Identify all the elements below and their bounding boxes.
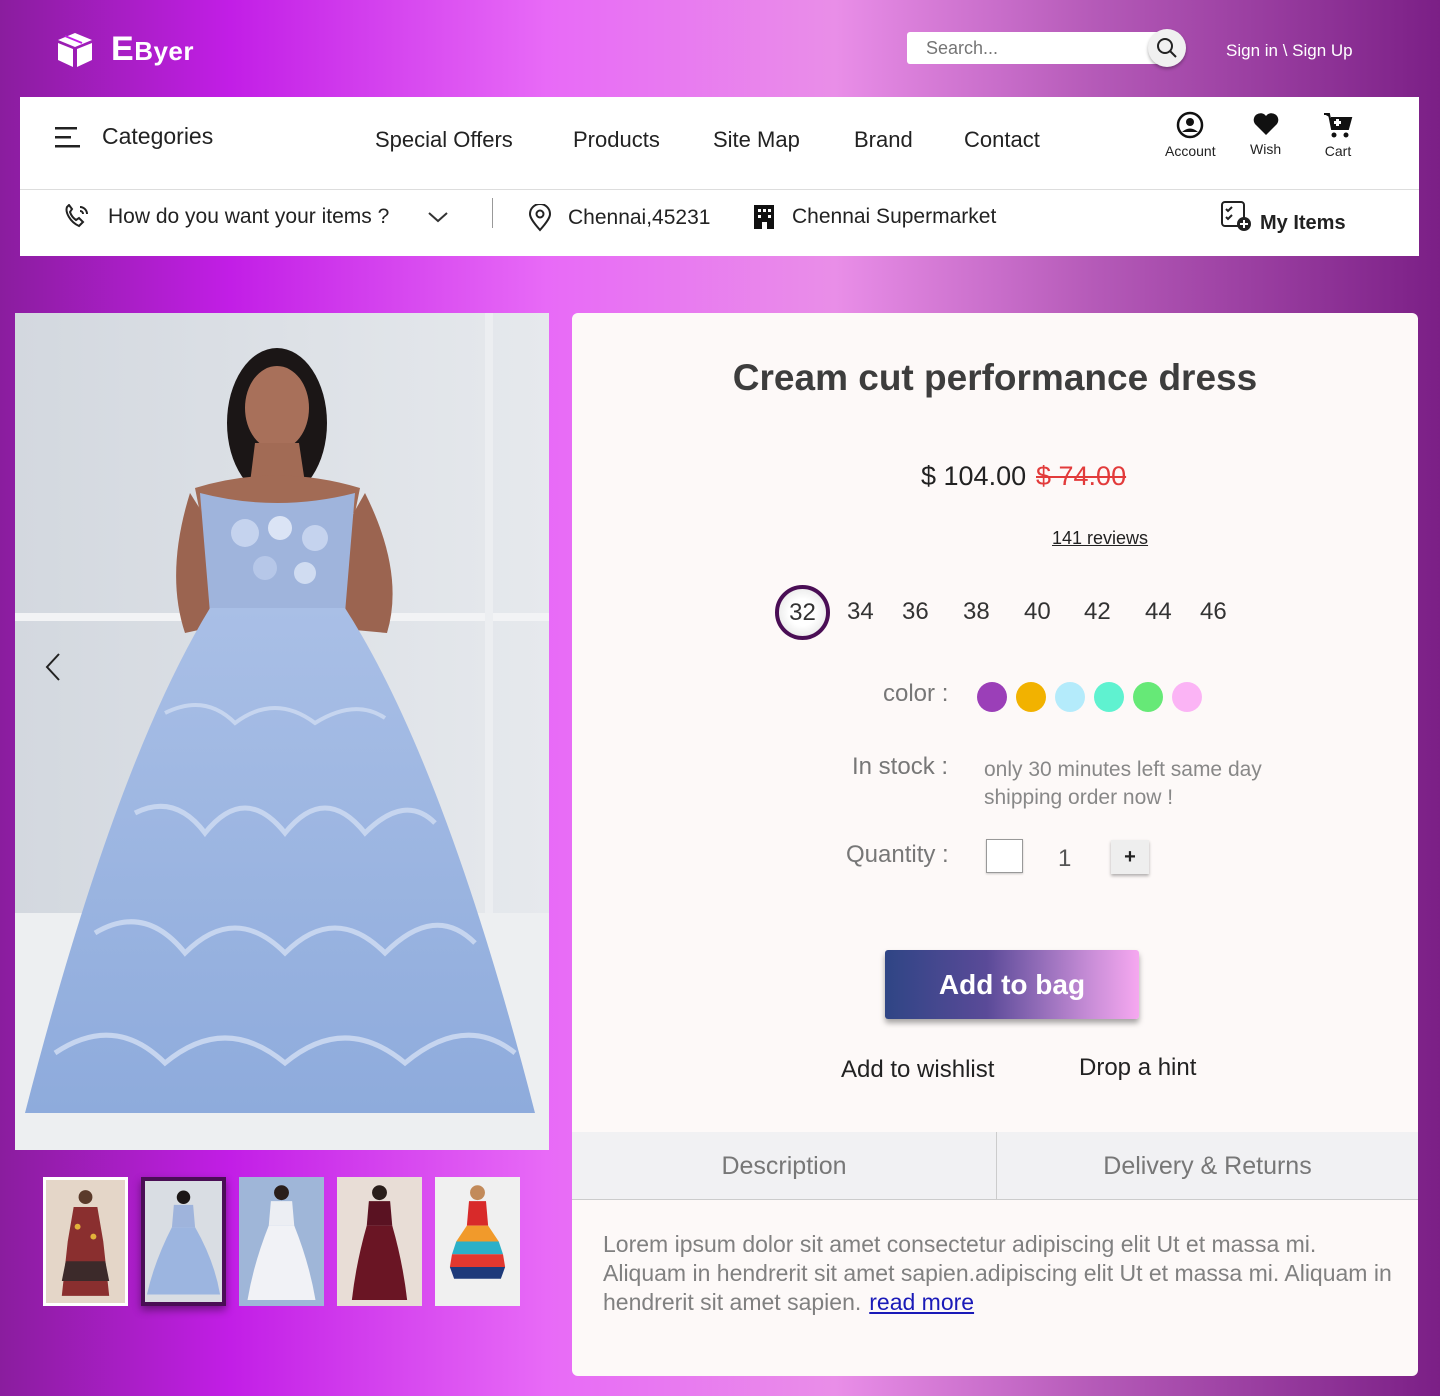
product-price: $ 104.00 (921, 461, 1027, 491)
location-label: Chennai,45231 (568, 206, 711, 229)
my-items-label: My Items (1260, 212, 1346, 234)
product-main-image (15, 313, 549, 1150)
signin-link[interactable]: Sign in \ Sign Up (1226, 41, 1353, 61)
color-swatch-yellow[interactable] (1016, 682, 1046, 712)
store-label: Chennai Supermarket (792, 205, 997, 228)
size-option[interactable]: 44 (1145, 598, 1172, 626)
nav-brand[interactable]: Brand (854, 127, 913, 153)
thumbnail-image (61, 1190, 110, 1296)
color-swatch-purple[interactable] (977, 682, 1007, 712)
quantity-value: 1 (1058, 845, 1072, 872)
phone-icon (65, 204, 88, 228)
chevron-down-icon (428, 212, 448, 223)
color-label: color : (883, 680, 949, 707)
nav-products[interactable]: Products (573, 127, 660, 153)
thumbnail-2-selected[interactable] (141, 1177, 226, 1306)
size-option[interactable]: 34 (847, 598, 874, 626)
reviews-link[interactable]: 141 reviews (1052, 528, 1148, 549)
box-logo-icon (58, 32, 92, 67)
thumbnail-4[interactable] (337, 1177, 422, 1306)
sub-nav: How do you want your items ? Chennai,452… (20, 190, 1419, 256)
thumbnail-image (146, 1190, 221, 1295)
read-more-link[interactable]: read more (869, 1289, 974, 1315)
size-option[interactable]: 46 (1200, 598, 1227, 626)
nav-contact[interactable]: Contact (964, 127, 1040, 153)
thumbnail-image (247, 1185, 316, 1300)
main-nav: Categories Special Offers Products Site … (20, 97, 1419, 190)
delivery-label: How do you want your items ? (108, 205, 390, 228)
chevron-left-icon[interactable] (44, 652, 62, 682)
tab-description[interactable]: Description (572, 1132, 996, 1200)
size-option[interactable]: 36 (902, 598, 929, 626)
thumbnail-image (449, 1185, 506, 1279)
heart-icon (1253, 113, 1278, 135)
account-icon (1177, 111, 1204, 139)
description-text: Lorem ipsum dolor sit amet consectetur a… (603, 1230, 1403, 1317)
add-to-wishlist-link[interactable]: Add to wishlist (841, 1056, 994, 1084)
wish-button[interactable]: Wish (1250, 111, 1281, 157)
size-option-selected[interactable]: 32 (775, 585, 830, 640)
location-pin-icon (528, 204, 552, 232)
cart-icon (1324, 113, 1353, 138)
drop-hint-link[interactable]: Drop a hint (1079, 1054, 1196, 1082)
thumbnail-3[interactable] (239, 1177, 324, 1306)
search-button[interactable] (1148, 29, 1186, 67)
color-swatch-green[interactable] (1133, 682, 1163, 712)
store-selector[interactable]: Chennai Supermarket (752, 204, 996, 230)
size-option[interactable]: 42 (1084, 598, 1111, 626)
color-swatch-aqua[interactable] (1094, 682, 1124, 712)
size-option[interactable]: 38 (963, 598, 990, 626)
tab-delivery-returns[interactable]: Delivery & Returns (997, 1132, 1418, 1200)
search-icon (1157, 38, 1177, 58)
cart-button[interactable]: Cart (1322, 111, 1354, 159)
quantity-label: Quantity : (846, 841, 949, 868)
dress-photo (15, 313, 549, 1150)
color-swatch-light-blue[interactable] (1055, 682, 1085, 712)
checklist-add-icon (1221, 200, 1251, 231)
brand-logo[interactable]: EByer (55, 30, 194, 69)
thumbnail-image (351, 1185, 408, 1300)
thumbnail-1[interactable] (43, 1177, 128, 1306)
size-option[interactable]: 40 (1024, 598, 1051, 626)
cart-label: Cart (1324, 143, 1352, 159)
search-input[interactable] (907, 32, 1165, 64)
stock-label: In stock : (852, 753, 949, 780)
quantity-increment-button[interactable]: + (1111, 840, 1149, 874)
product-details-panel: Cream cut performance dress $ 104.00 $ 7… (572, 313, 1418, 1376)
nav-special-offers[interactable]: Special Offers (375, 127, 513, 153)
delivery-option-dropdown[interactable]: How do you want your items ? (62, 204, 449, 230)
building-icon (754, 205, 774, 229)
categories-menu[interactable]: Categories (55, 123, 213, 150)
account-button[interactable]: Account (1165, 111, 1216, 159)
product-title: Cream cut performance dress (732, 357, 1258, 398)
account-label: Account (1165, 143, 1216, 159)
search-bar[interactable] (907, 32, 1165, 64)
add-to-bag-button[interactable]: Add to bag (885, 950, 1139, 1019)
categories-label: Categories (102, 123, 214, 149)
brand-name: EByer (111, 30, 195, 68)
info-tabs: Description Delivery & Returns (572, 1132, 1418, 1200)
nav-site-map[interactable]: Site Map (713, 127, 800, 153)
wish-label: Wish (1250, 141, 1282, 157)
color-swatch-pink[interactable] (1172, 682, 1202, 712)
product-old-price: $ 74.00 (1036, 461, 1127, 491)
location-selector[interactable]: Chennai,45231 (528, 204, 710, 232)
description-body: Lorem ipsum dolor sit amet consectetur a… (603, 1231, 1392, 1315)
stock-message: only 30 minutes left same day shipping o… (984, 758, 1262, 809)
my-items-button[interactable]: My Items (1220, 196, 1346, 235)
hamburger-icon (55, 126, 80, 147)
quantity-checkbox[interactable] (986, 839, 1023, 873)
thumbnail-5[interactable] (435, 1177, 520, 1306)
divider (492, 198, 493, 228)
